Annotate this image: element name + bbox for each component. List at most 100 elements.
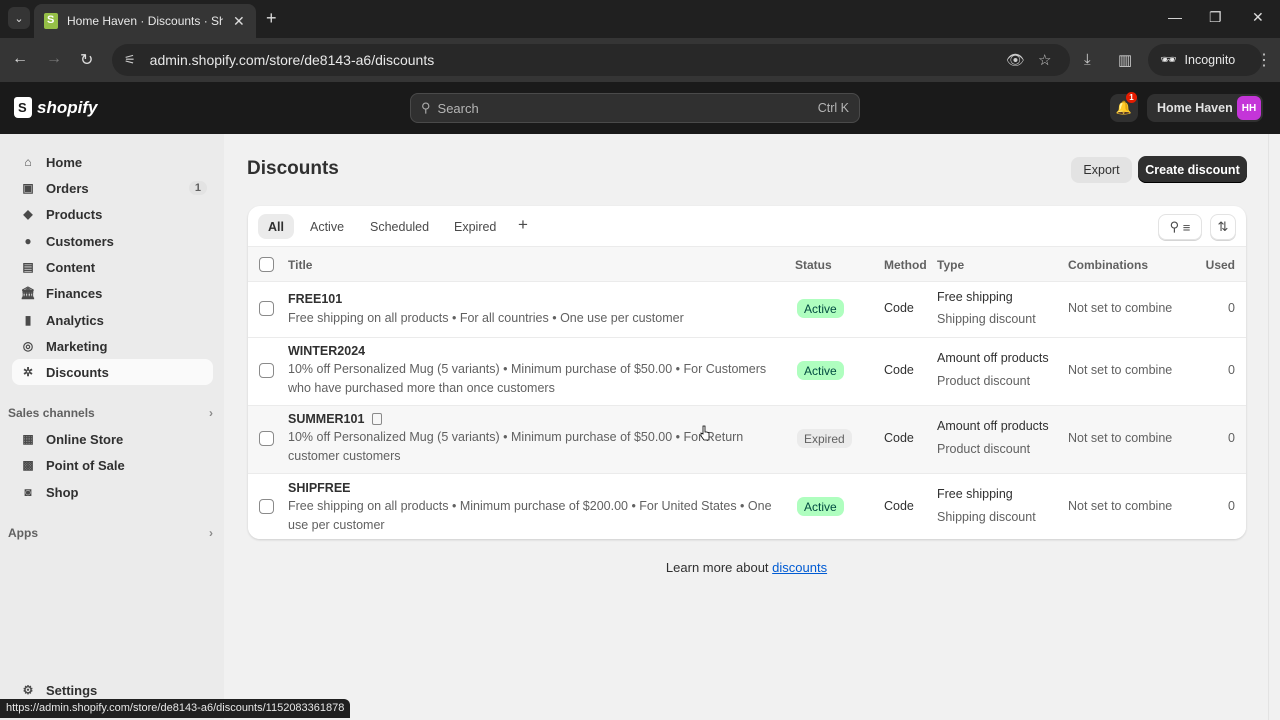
bookmark-star-icon[interactable]: ☆ <box>1038 51 1051 69</box>
forward-icon[interactable]: → <box>46 50 62 68</box>
select-all-checkbox[interactable] <box>259 257 274 272</box>
sidebar-item-shop[interactable]: ◙ Shop <box>12 479 213 505</box>
sidebar-item-orders[interactable]: ▣ Orders 1 <box>12 175 213 201</box>
discount-code: FREE101 <box>288 292 343 306</box>
row-checkbox[interactable] <box>259 499 274 514</box>
sidebar-item-online-store[interactable]: ▦ Online Store <box>12 426 213 452</box>
browser-menu-icon[interactable]: ⋮ <box>1256 50 1272 70</box>
sidebar-item-label: Shop <box>46 484 79 500</box>
download-icon[interactable]: ⤓ <box>1084 51 1091 68</box>
sidebar-item-label: Customers <box>46 233 114 249</box>
tab-all[interactable]: All <box>258 214 294 239</box>
sidebar-item-home[interactable]: ⌂ Home <box>12 149 213 175</box>
table-row[interactable]: FREE101 Free shipping on all products • … <box>248 283 1246 338</box>
eye-off-icon[interactable]: 👁 <box>1006 51 1025 69</box>
address-bar[interactable]: ⚟ admin.shopify.com/store/de8143-a6/disc… <box>112 44 1070 76</box>
sidebar-item-label: Settings <box>46 682 98 698</box>
restore-icon[interactable]: ❐ <box>1209 9 1222 26</box>
sort-button[interactable]: ⇅ <box>1210 214 1236 240</box>
table-row[interactable]: SHIPFREE Free shipping on all products •… <box>248 474 1246 539</box>
sidebar-item-finances[interactable]: 🏛 Finances <box>12 280 213 306</box>
sidebar-item-discounts[interactable]: ✲ Discounts <box>12 359 213 385</box>
sidebar-item-analytics[interactable]: ▮ Analytics <box>12 307 213 333</box>
store-icon: ▦ <box>22 432 34 446</box>
sidebar-item-point-of-sale[interactable]: ▩ Point of Sale <box>12 452 213 478</box>
discount-used: 0 <box>1228 363 1235 377</box>
search-shortcut: Ctrl K <box>817 101 849 115</box>
site-info-icon[interactable]: ⚟ <box>124 52 136 68</box>
close-tab-icon[interactable]: ✕ <box>233 13 245 30</box>
url-text: admin.shopify.com/store/de8143-a6/discou… <box>149 52 435 68</box>
bank-icon: 🏛 <box>20 286 36 300</box>
incognito-indicator[interactable]: 🕶 Incognito <box>1148 44 1262 76</box>
discount-used: 0 <box>1228 431 1235 445</box>
home-icon: ⌂ <box>24 155 32 169</box>
store-menu-button[interactable]: Home Haven HH <box>1147 94 1263 122</box>
page-scrollbar[interactable] <box>1268 134 1280 720</box>
row-checkbox[interactable] <box>259 363 274 378</box>
side-panel-icon[interactable]: ▥ <box>1118 51 1132 69</box>
status-badge: Active <box>797 299 844 318</box>
search-icon: ⚲ <box>1169 219 1180 234</box>
close-window-icon[interactable]: ✕ <box>1252 9 1264 26</box>
create-discount-button[interactable]: Create discount <box>1138 156 1247 183</box>
avatar: HH <box>1237 96 1261 120</box>
discount-combinations: Not set to combine <box>1068 431 1173 445</box>
status-badge: Expired <box>797 429 852 448</box>
learn-more-text: Learn more about <box>665 560 773 575</box>
admin-topbar: shopify ⚲ Search Ctrl K 🔔 1 Home Haven H… <box>0 82 1280 134</box>
notification-badge: 1 <box>1126 92 1137 103</box>
learn-more: Learn more about discounts <box>0 560 1280 575</box>
row-checkbox[interactable] <box>259 431 274 446</box>
table-row[interactable]: SUMMER101 10% off Personalized Mug (5 va… <box>248 406 1246 474</box>
chevron-down-icon: ⌄ <box>14 12 24 25</box>
discounts-help-link[interactable]: discounts <box>772 560 827 575</box>
status-badge: Active <box>797 497 844 516</box>
reload-icon[interactable]: ↻ <box>80 50 93 70</box>
hand-cursor-icon <box>700 425 710 441</box>
copy-icon[interactable] <box>372 413 383 425</box>
discount-type-sub: Product discount <box>937 442 1031 456</box>
back-icon[interactable]: ← <box>12 50 28 68</box>
notifications-button[interactable]: 🔔 1 <box>1110 92 1138 122</box>
column-title: Title <box>288 258 313 272</box>
shop-icon: ◙ <box>24 485 32 499</box>
sidebar-item-customers[interactable]: ● Customers <box>12 228 213 254</box>
apps-header[interactable]: Apps › <box>8 526 213 540</box>
discount-used: 0 <box>1228 301 1235 315</box>
search-input[interactable]: ⚲ Search Ctrl K <box>410 93 860 123</box>
discount-description: Free shipping on all products • Minimum … <box>288 499 772 532</box>
tab-search-button[interactable]: ⌄ <box>8 7 30 29</box>
sidebar-item-marketing[interactable]: ◎ Marketing <box>12 333 213 359</box>
export-button[interactable]: Export <box>1071 157 1132 183</box>
search-filter-button[interactable]: ⚲ ≡ <box>1158 214 1202 240</box>
shopify-bag-icon <box>14 97 32 118</box>
logo-text: shopify <box>37 97 98 117</box>
discount-code-text: SUMMER101 <box>288 412 365 426</box>
discount-icon: ✲ <box>22 365 34 379</box>
search-icon: ⚲ <box>421 100 431 115</box>
browser-tab[interactable]: Home Haven · Discounts · Shop ✕ <box>34 4 256 38</box>
link-status-bar: https://admin.shopify.com/store/de8143-a… <box>0 699 351 718</box>
tab-expired[interactable]: Expired <box>444 214 506 239</box>
sales-channels-header[interactable]: Sales channels › <box>8 406 213 420</box>
sidebar-item-label: Content <box>46 259 96 275</box>
chevron-right-icon: › <box>209 406 213 420</box>
page-title: Discounts <box>247 158 339 179</box>
new-tab-icon[interactable]: + <box>266 8 277 29</box>
row-checkbox[interactable] <box>259 301 274 316</box>
tab-active[interactable]: Active <box>300 214 354 239</box>
table-row[interactable]: WINTER2024 10% off Personalized Mug (5 v… <box>248 338 1246 406</box>
tab-scheduled[interactable]: Scheduled <box>360 214 439 239</box>
gear-icon: ⚙ <box>22 683 34 697</box>
shopify-logo[interactable]: shopify <box>14 97 97 118</box>
discount-type-sub: Shipping discount <box>937 510 1036 524</box>
add-view-icon[interactable]: + <box>518 215 528 235</box>
discount-method: Code <box>884 499 914 513</box>
sidebar-item-products[interactable]: ◆ Products <box>12 201 213 227</box>
sales-channels-label: Sales channels <box>8 406 95 420</box>
sidebar-item-content[interactable]: ▤ Content <box>12 254 213 280</box>
sidebar-item-label: Marketing <box>46 338 108 354</box>
minimize-icon[interactable]: — <box>1168 9 1182 25</box>
discount-type: Free shipping <box>937 487 1013 501</box>
